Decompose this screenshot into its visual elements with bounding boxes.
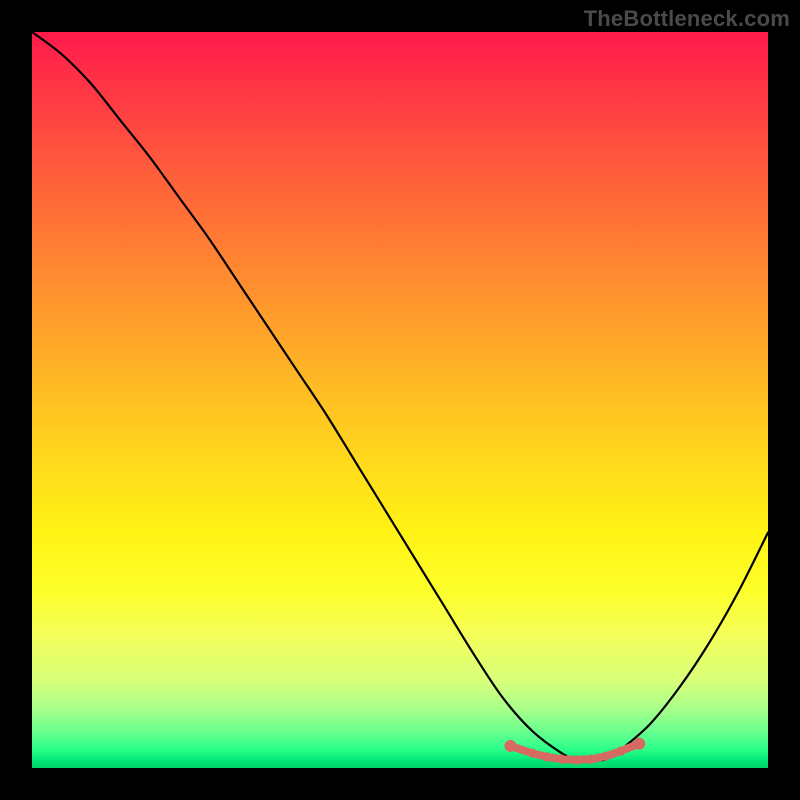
- marker-dash: [625, 746, 634, 750]
- marker-dash: [596, 757, 601, 758]
- optimal-range-markers: [505, 738, 645, 764]
- bottleneck-curve: [32, 32, 768, 761]
- marker-dash: [515, 748, 528, 752]
- curve-layer: [32, 32, 768, 768]
- marker-dash: [552, 758, 557, 759]
- marker-dash: [537, 754, 542, 755]
- chart-stage: TheBottleneck.com: [0, 0, 800, 800]
- watermark-text: TheBottleneck.com: [584, 6, 790, 32]
- marker-dash: [611, 753, 616, 755]
- plot-area: [32, 32, 768, 768]
